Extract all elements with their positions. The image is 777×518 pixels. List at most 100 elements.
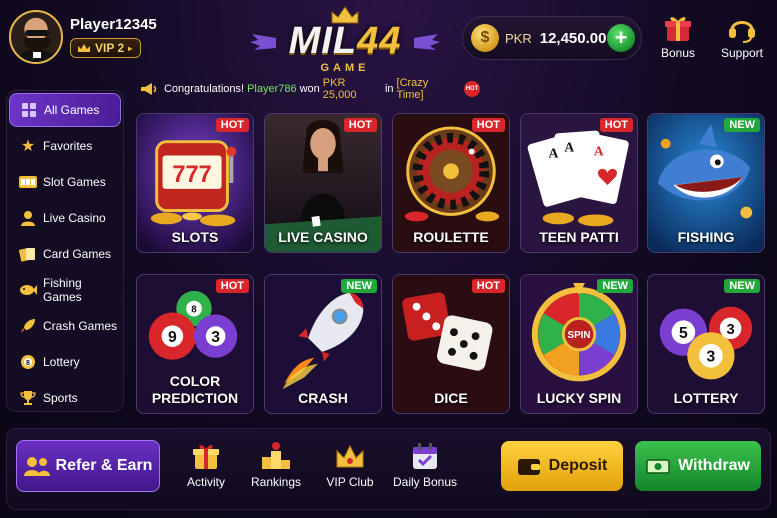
game-card-label-line1: COLOR	[169, 373, 221, 389]
avatar-beard	[23, 38, 51, 50]
sidebar-item-label: Sports	[43, 391, 78, 405]
podium-icon	[262, 442, 290, 469]
daily-bonus-label: Daily Bonus	[392, 475, 458, 489]
game-card-live-casino[interactable]: HOT LIVE CASINO	[264, 113, 382, 253]
cash-icon	[646, 459, 670, 474]
avatar[interactable]	[9, 10, 63, 64]
refer-label: Refer & Earn	[55, 457, 153, 474]
game-card-label: ROULETTE	[413, 229, 489, 245]
sidebar-item-card-games[interactable]: Card Games	[9, 237, 121, 271]
logo-subtitle: GAME	[320, 62, 370, 74]
vip-badge[interactable]: VIP 2 ▸	[70, 38, 142, 58]
refer-earn-button[interactable]: Refer & Earn	[16, 440, 160, 492]
logo-text-b: 44	[357, 20, 402, 62]
support-button[interactable]: Support	[712, 12, 772, 60]
game-card-label: TEEN PATTI	[539, 229, 619, 245]
megaphone-icon	[140, 83, 157, 95]
new-badge: NEW	[724, 118, 760, 132]
balance-pill: $ PKR 12,450.00 +	[462, 16, 642, 60]
sidebar-item-favorites[interactable]: ★ Favorites	[9, 129, 121, 163]
deposit-button[interactable]: Deposit	[501, 441, 623, 491]
winner-ticker: Congratulations! Player786 won PKR 25,00…	[140, 77, 481, 101]
avatar-glasses	[25, 30, 49, 36]
svg-text:8: 8	[26, 360, 30, 367]
game-card-roulette[interactable]: HOT ROULETTE	[392, 113, 510, 253]
add-funds-button[interactable]: +	[607, 24, 635, 52]
ball-number: 3	[211, 329, 220, 346]
game-card-label: CRASH	[298, 390, 348, 406]
game-card-label: LOTTERY	[673, 390, 739, 406]
game-card-color-prediction[interactable]: 8 9 3 HOT COLOR PREDICTION	[136, 274, 254, 414]
sidebar-item-slot-games[interactable]: Slot Games	[9, 165, 121, 199]
new-badge: NEW	[724, 279, 760, 293]
sidebar-item-crash-games[interactable]: Crash Games	[9, 309, 121, 343]
sidebar-item-all-games[interactable]: All Games	[9, 93, 121, 127]
hot-badge: HOT	[343, 118, 377, 132]
game-card-label: DICE	[434, 390, 468, 406]
balance-amount: 12,450.00	[539, 29, 607, 47]
sidebar-item-lottery[interactable]: 8 Lottery	[9, 345, 121, 379]
brand-logo: MIL44 GAME	[250, 6, 440, 76]
gift-box-icon	[193, 445, 219, 469]
bottom-action-bar: Refer & Earn Activity Rankings VIP Club	[6, 428, 771, 510]
new-badge: NEW	[597, 279, 633, 293]
game-card-teen-patti[interactable]: A A A HOT TEEN PATTI	[520, 113, 638, 253]
vip-label: VIP 2	[95, 41, 125, 55]
ticker-game: [Crazy Time]	[396, 77, 429, 101]
game-card-dice[interactable]: HOT DICE	[392, 274, 510, 414]
category-sidebar: All Games ★ Favorites Slot Games Live Ca…	[6, 90, 124, 412]
game-card-label: SLOTS	[171, 229, 219, 245]
rupee-coin-icon: $	[471, 24, 499, 52]
deposit-label: Deposit	[548, 457, 608, 474]
sidebar-item-fishing-games[interactable]: Fishing Games	[9, 273, 121, 307]
ticker-prize: PKR 25,000	[322, 77, 357, 101]
withdraw-button[interactable]: Withdraw	[635, 441, 761, 491]
rocket-icon	[19, 317, 37, 335]
withdraw-label: Withdraw	[678, 457, 750, 474]
bonus-button[interactable]: Bonus	[648, 12, 708, 60]
grid-icon	[20, 101, 38, 119]
cards-icon	[19, 245, 37, 263]
ticker-middle: won	[299, 83, 320, 95]
hot-badge: HOT	[471, 118, 505, 132]
calendar-icon	[413, 443, 437, 469]
star-icon: ★	[20, 138, 36, 155]
game-card-fishing[interactable]: NEW FISHING	[647, 113, 765, 253]
game-card-lottery[interactable]: 5 3 3 NEW LOTTERY	[647, 274, 765, 414]
ball-number: 3	[726, 322, 734, 338]
ticker-hot-badge: HOT	[464, 81, 481, 97]
vip-club-button[interactable]: VIP Club	[315, 441, 385, 489]
users-icon	[23, 457, 50, 476]
headset-icon	[729, 21, 755, 43]
svg-text:A: A	[564, 140, 574, 155]
activity-label: Activity	[186, 475, 225, 489]
ball-number: 3	[707, 349, 716, 366]
wallet-icon	[517, 459, 540, 475]
gift-icon	[665, 17, 691, 41]
game-card-label: LIVE CASINO	[278, 229, 368, 245]
svg-text:A: A	[549, 145, 559, 160]
game-card-lucky-spin[interactable]: SPIN NEW LUCKY SPIN	[520, 274, 638, 414]
daily-bonus-button[interactable]: Daily Bonus	[387, 441, 463, 489]
hot-badge: HOT	[599, 118, 633, 132]
bonus-label: Bonus	[660, 46, 696, 60]
rankings-label: Rankings	[250, 475, 302, 489]
game-card-slots[interactable]: 777 HOT SLOTS	[136, 113, 254, 253]
sidebar-item-label: Lottery	[43, 355, 80, 369]
ball-number: 9	[168, 329, 177, 346]
ticker-winner: Player786	[247, 83, 297, 95]
sidebar-item-live-casino[interactable]: Live Casino	[9, 201, 121, 235]
activity-button[interactable]: Activity	[171, 441, 241, 489]
sidebar-item-sports[interactable]: Sports	[9, 381, 121, 415]
sidebar-item-label: All Games	[44, 103, 100, 117]
game-card-label: FISHING	[677, 229, 735, 245]
sidebar-item-label: Fishing Games	[43, 276, 82, 304]
game-card-crash[interactable]: NEW CRASH	[264, 274, 382, 414]
currency-label: PKR	[505, 30, 532, 46]
dealer-icon	[19, 209, 37, 227]
hot-badge: HOT	[215, 118, 249, 132]
ticker-in: in	[384, 83, 394, 95]
slots-reel-text: 777	[172, 161, 211, 187]
support-label: Support	[720, 46, 764, 60]
rankings-button[interactable]: Rankings	[241, 441, 311, 489]
